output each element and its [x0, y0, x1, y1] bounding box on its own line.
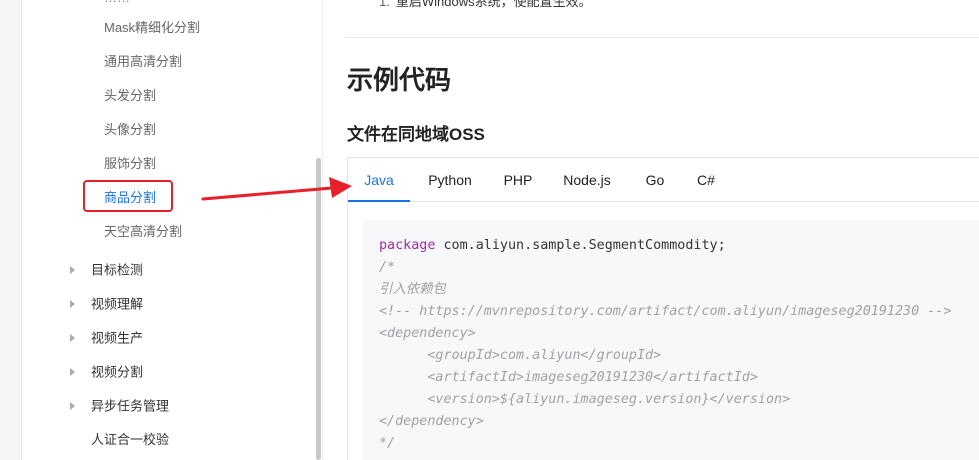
sidebar-group-video-understanding[interactable]: 视频理解	[70, 294, 143, 315]
tab-csharp[interactable]: C#	[688, 158, 724, 202]
sidebar-group-video-production[interactable]: 视频生产	[70, 328, 143, 349]
sidebar-item-cut-off[interactable]: ……	[104, 0, 130, 5]
code-line-group-id: <groupId>com.aliyun</groupId>	[379, 348, 662, 363]
language-tabs: Java Python PHP Node.js Go C#	[348, 158, 979, 202]
section-divider	[345, 37, 979, 38]
sidebar-scrollbar[interactable]	[316, 158, 321, 460]
code-line-package: package com.aliyun.sample.SegmentCommodi…	[379, 235, 726, 257]
step-number: 1.	[379, 0, 390, 9]
step-text: 重启Windows系统，使配置生效。	[395, 0, 592, 9]
tab-php[interactable]: PHP	[494, 158, 542, 202]
code-line-dependency-close: </dependency>	[379, 414, 484, 429]
sidebar-group-object-detection[interactable]: 目标检测	[70, 260, 143, 281]
left-edge-strip	[0, 0, 22, 460]
sidebar-item-sky-segmentation[interactable]: 天空高清分割	[104, 222, 182, 242]
sidebar-item-hair-segmentation[interactable]: 头发分割	[104, 86, 156, 106]
sidebar-item-hd-segmentation[interactable]: 通用高清分割	[104, 52, 182, 72]
code-line-comment-url: <!-- https://mvnrepository.com/artifact/…	[379, 304, 952, 319]
caret-right-icon	[70, 401, 75, 410]
code-sample-card: Java Python PHP Node.js Go C# package co…	[347, 157, 979, 460]
sidebar-item-id-verification[interactable]: 人证合一校验	[91, 430, 169, 450]
tab-nodejs[interactable]: Node.js	[554, 158, 620, 202]
caret-right-icon	[70, 333, 75, 342]
sidebar-group-label: 异步任务管理	[91, 398, 170, 414]
restart-step: 1. 重启Windows系统，使配置生效。	[379, 0, 592, 10]
code-keyword: package	[379, 238, 436, 253]
sidebar-group-label: 视频生产	[91, 330, 144, 346]
caret-right-icon	[70, 265, 75, 274]
code-line-comment-close: */	[379, 436, 396, 451]
caret-right-icon	[70, 367, 75, 376]
subsection-title: 文件在同地域OSS	[347, 125, 485, 144]
sidebar-group-label: 视频分割	[91, 364, 144, 380]
tab-java[interactable]: Java	[348, 158, 410, 202]
sidebar-group-video-segmentation[interactable]: 视频分割	[70, 362, 143, 383]
tab-python[interactable]: Python	[414, 158, 486, 202]
tab-go[interactable]: Go	[636, 158, 674, 202]
code-line-version: <version>${aliyun.imageseg.version}</ver…	[379, 392, 791, 407]
sidebar-group-label: 目标检测	[91, 262, 144, 278]
section-title: 示例代码	[347, 65, 452, 95]
sidebar-item-mask-segmentation[interactable]: Mask精细化分割	[104, 18, 200, 38]
code-line-dependency-open: <dependency>	[379, 326, 476, 341]
main-content: 1. 重启Windows系统，使配置生效。 示例代码 文件在同地域OSS Java…	[323, 0, 979, 460]
code-line-comment-open: /*	[379, 260, 396, 275]
sidebar-item-clothing-segmentation[interactable]: 服饰分割	[104, 154, 156, 174]
code-line-artifact-id: <artifactId>imageseg20191230</artifactId…	[379, 370, 758, 385]
caret-right-icon	[70, 299, 75, 308]
annotation-highlight-box	[83, 180, 173, 212]
code-line-comment-intro: 引入依赖包	[379, 282, 446, 297]
sidebar-group-async-task[interactable]: 异步任务管理	[70, 396, 169, 417]
code-package-name: com.aliyun.sample.SegmentCommodity;	[435, 238, 726, 253]
code-block[interactable]: package com.aliyun.sample.SegmentCommodi…	[363, 220, 979, 460]
sidebar-group-label: 视频理解	[91, 296, 144, 312]
sidebar-item-head-segmentation[interactable]: 头像分割	[104, 120, 156, 140]
